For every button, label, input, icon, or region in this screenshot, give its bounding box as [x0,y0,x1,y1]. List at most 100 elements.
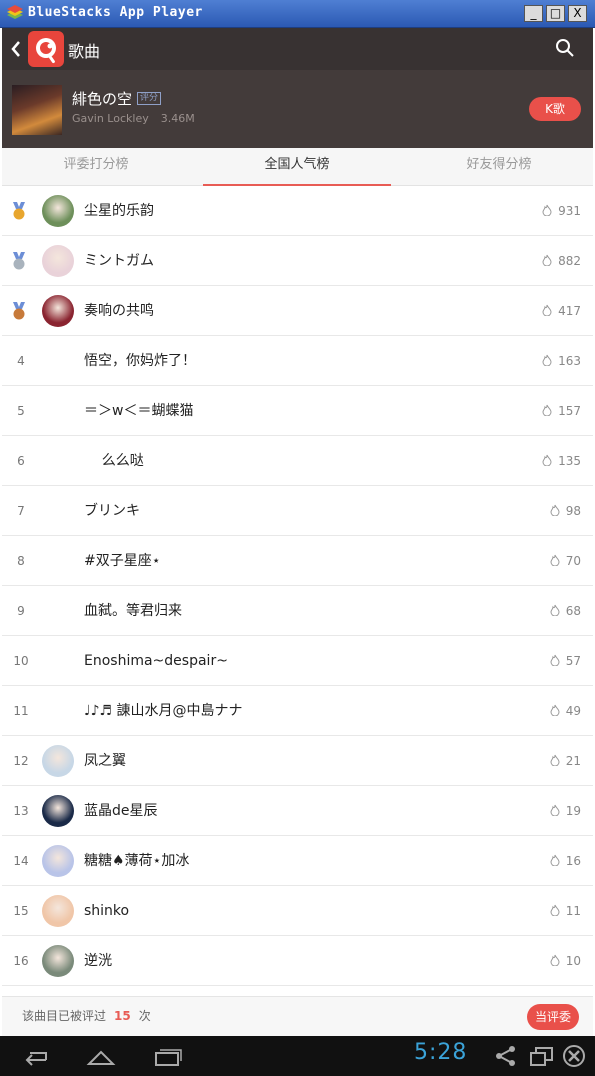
review-count-text: 该曲目已被评过 15 次 [22,997,151,1035]
tab-friends-score[interactable]: 好友得分榜 [405,148,593,186]
popularity-score: 19 [550,786,581,836]
list-item[interactable]: 9 血弑。等君归来 68 [2,586,593,636]
avatar[interactable] [42,795,74,827]
rank-number: 13 [13,804,29,818]
page-title: 歌曲 [68,42,101,61]
score-value: 417 [558,304,581,318]
user-name: 蓝晶de星辰 [84,803,158,819]
list-item[interactable]: 5 ＝＞w＜＝蝴蝶猫 157 [2,386,593,436]
back-arrow-icon[interactable] [10,40,22,58]
song-info: 緋色の空 评分 Gavin Lockley 3.46M K歌 [2,70,593,148]
list-item[interactable]: 6 么么哒 135 [2,436,593,486]
recent-apps-icon[interactable] [152,1044,184,1068]
popularity-score: 882 [542,236,581,286]
search-icon[interactable] [555,38,575,58]
rank-number: 5 [17,404,25,418]
tab-judges-score[interactable]: 评委打分榜 [2,148,190,186]
user-name: #双子星座⋆ [84,553,161,569]
rank-number: 7 [17,504,25,518]
avatar[interactable] [42,945,74,977]
silver-medal-icon [12,252,26,270]
avatar[interactable] [42,295,74,327]
user-name: 凤之翼 [84,753,126,769]
popularity-score: 49 [550,686,581,736]
list-item[interactable]: 10 Enoshima~despair~ 57 [2,636,593,686]
back-nav-icon[interactable] [20,1044,52,1068]
list-item[interactable]: 11 ♩♪♬ 諌山水月@中島ナナ 49 [2,686,593,736]
avatar[interactable] [42,895,74,927]
tab-national-popularity[interactable]: 全国人气榜 [203,148,391,186]
score-value: 11 [565,904,581,918]
user-name: Enoshima~despair~ [84,653,228,669]
window-titlebar: BlueStacks App Player _ □ X [0,0,595,28]
list-item[interactable]: 7 ブリンキ 98 [2,486,593,536]
score-value: 70 [565,554,581,568]
list-item[interactable]: 14 糖糖♠薄荷⋆加冰 16 [2,836,593,886]
window-mode-icon[interactable] [526,1044,558,1068]
fire-icon [550,704,560,716]
rank-number: 8 [17,554,25,568]
avatar[interactable] [42,195,74,227]
share-icon[interactable] [490,1044,522,1068]
score-value: 931 [558,204,581,218]
app-header: 歌曲 [2,28,593,70]
fire-icon [542,354,552,366]
score-value: 21 [565,754,581,768]
list-item[interactable]: 8 #双子星座⋆ 70 [2,536,593,586]
fire-icon [542,254,552,266]
fire-icon [550,854,560,866]
ranking-list[interactable]: 尘星的乐韵 931 ミントガム 882 奏响の共鸣 417 4 悟空，你妈炸了！ 163 5 ＝＞w… [2,186,593,996]
avatar[interactable] [42,845,74,877]
score-value: 157 [558,404,581,418]
avatar[interactable] [42,245,74,277]
popularity-score: 70 [550,536,581,586]
sing-button[interactable]: K歌 [529,97,581,121]
maximize-button[interactable]: □ [546,5,565,22]
user-name: shinko [84,903,130,919]
close-app-icon[interactable] [558,1044,590,1068]
fire-icon [542,304,552,316]
popularity-score: 11 [550,886,581,936]
user-name: 么么哒 [84,453,144,469]
fire-icon [550,554,560,566]
popularity-score: 157 [542,386,581,436]
user-name: ミントガム [84,253,154,269]
list-item[interactable]: 16 逆洸 10 [2,936,593,986]
bronze-medal-icon [12,302,26,320]
user-name: 血弑。等君归来 [84,603,182,619]
status-clock: 5:28 [414,1040,468,1065]
list-item[interactable]: 13 蓝晶de星辰 19 [2,786,593,836]
user-name: 糖糖♠薄荷⋆加冰 [84,853,190,869]
fire-icon [550,904,560,916]
rank-number: 4 [17,354,25,368]
minimize-button[interactable]: _ [524,5,543,22]
popularity-score: 57 [550,636,581,686]
rank-number: 6 [17,454,25,468]
list-item[interactable]: 12 凤之翼 21 [2,736,593,786]
fire-icon [550,954,560,966]
list-item[interactable]: 15 shinko 11 [2,886,593,936]
rank-number: 12 [13,754,29,768]
become-judge-button[interactable]: 当评委 [527,1004,579,1030]
user-name: ♩♪♬ 諌山水月@中島ナナ [84,703,243,719]
score-value: 68 [565,604,581,618]
review-text-after: 次 [138,1009,151,1023]
score-value: 882 [558,254,581,268]
popularity-score: 68 [550,586,581,636]
list-item[interactable]: 奏响の共鸣 417 [2,286,593,336]
bluestacks-logo-icon [7,5,23,19]
popularity-score: 16 [550,836,581,886]
home-nav-icon[interactable] [85,1044,117,1068]
close-window-button[interactable]: X [568,5,587,22]
score-value: 49 [565,704,581,718]
popularity-score: 21 [550,736,581,786]
list-item[interactable]: 4 悟空，你妈炸了！ 163 [2,336,593,386]
list-item[interactable]: ミントガム 882 [2,236,593,286]
score-value: 57 [565,654,581,668]
song-artist: Gavin Lockley [72,112,149,125]
review-footer: 该曲目已被评过 15 次 当评委 [2,996,593,1036]
user-name: 逆洸 [84,953,112,969]
list-item[interactable]: 尘星的乐韵 931 [2,186,593,236]
rank-number: 11 [13,704,29,718]
avatar[interactable] [42,745,74,777]
